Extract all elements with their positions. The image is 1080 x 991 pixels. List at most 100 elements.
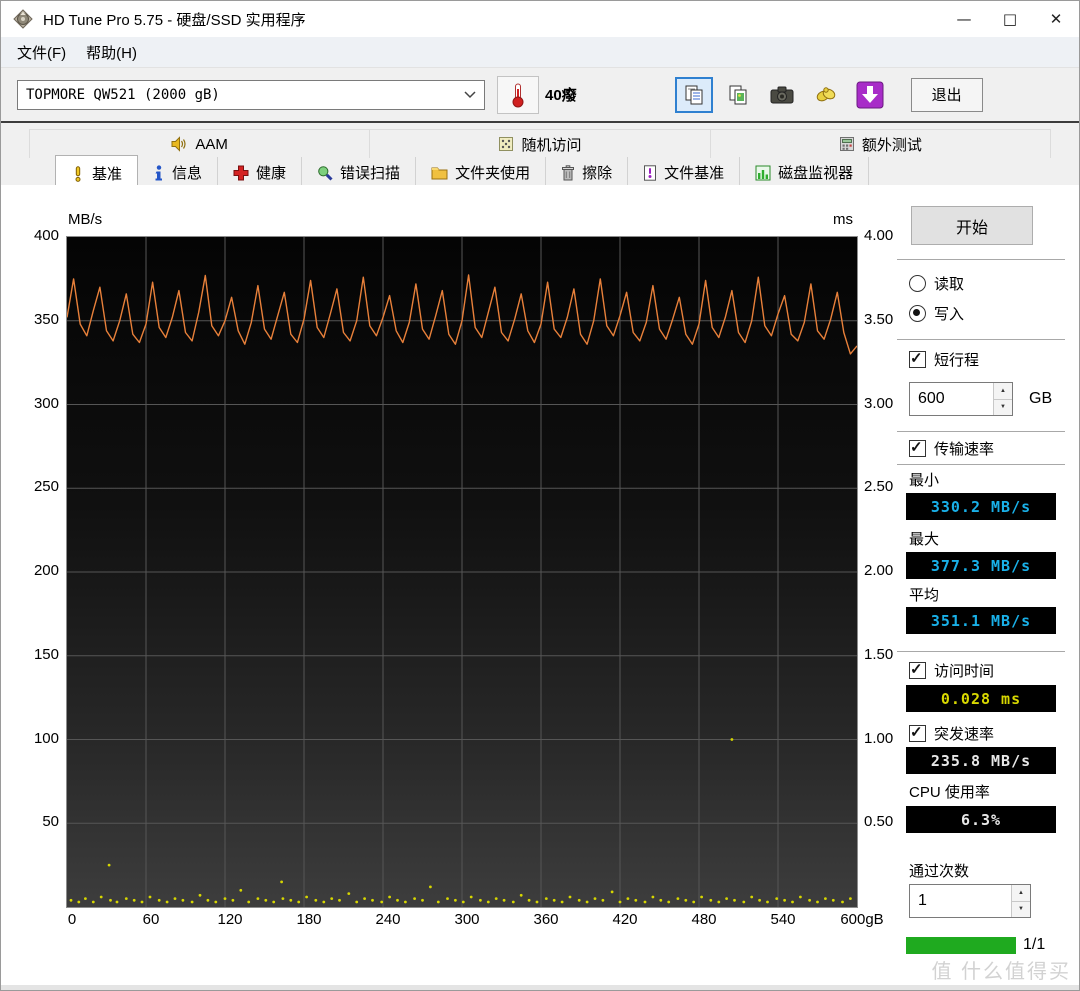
- axis-tick-label: 300: [454, 911, 480, 928]
- transfer-rate-label: 传输速率: [934, 441, 995, 458]
- tab-aam-label: AAM: [195, 135, 228, 153]
- spinner-down-button[interactable]: ▼: [1012, 901, 1030, 917]
- radio-write[interactable]: [909, 305, 926, 322]
- left-axis-unit: MB/s: [68, 211, 103, 228]
- short-stroke-checkbox[interactable]: [909, 349, 926, 368]
- short-stroke-row[interactable]: 短行程: [909, 349, 979, 370]
- short-stroke-spinner[interactable]: 600 ▲ ▼: [909, 382, 1013, 416]
- info-icon: [155, 164, 163, 180]
- copy-text-button[interactable]: [674, 76, 713, 113]
- axis-tick-label: 480: [691, 911, 717, 928]
- separator: [897, 339, 1065, 341]
- tab-info-label: 信息: [172, 165, 203, 182]
- burst-rate-label: 突发速率: [934, 726, 995, 743]
- cpu-usage-label: CPU 使用率: [909, 784, 990, 801]
- spinner-up-button[interactable]: ▲: [994, 383, 1012, 400]
- right-axis-unit: ms: [833, 211, 853, 228]
- cpu-usage-display: 6.3%: [906, 806, 1056, 833]
- menu-help[interactable]: 帮助(H): [76, 38, 147, 67]
- separator: [897, 651, 1065, 653]
- drive-select-dropdown[interactable]: TOPMORE QW521 (2000 gB): [17, 79, 485, 110]
- camera-icon: [770, 86, 794, 103]
- axis-tick-label: 50: [42, 813, 59, 831]
- maximize-button[interactable]: □: [987, 2, 1033, 36]
- pass-count-value: 1: [918, 892, 927, 909]
- progress-text: 1/1: [1023, 936, 1046, 953]
- watermark: 值 什么值得买: [931, 961, 1071, 983]
- axis-tick-label: 1.00: [864, 729, 894, 747]
- pass-count-spinner[interactable]: 1 ▲ ▼: [909, 884, 1031, 918]
- min-value-display: 330.2 MB/s: [906, 493, 1056, 520]
- speaker-icon: [171, 136, 187, 152]
- close-button[interactable]: ✕: [1033, 2, 1079, 36]
- donate-button[interactable]: [806, 76, 845, 113]
- toolbar: TOPMORE QW521 (2000 gB) 40癈 退出: [1, 68, 1079, 123]
- tab-extra-tests[interactable]: 额外测试: [711, 130, 1050, 158]
- title-bar: HD Tune Pro 5.75 - 硬盘/SSD 实用程序 — □ ✕: [1, 1, 1079, 37]
- transfer-rate-checkbox[interactable]: [909, 438, 926, 457]
- start-button[interactable]: 开始: [911, 206, 1033, 245]
- tab-benchmark-label: 基准: [92, 166, 123, 183]
- burst-rate-checkbox[interactable]: [909, 723, 926, 742]
- minimize-button[interactable]: —: [941, 2, 987, 36]
- exit-button[interactable]: 退出: [910, 77, 983, 112]
- axis-tick-label: 0: [67, 911, 77, 928]
- benchmark-plot: [66, 236, 858, 908]
- axis-tick-label: 180: [296, 911, 322, 928]
- file-exclamation-icon: [644, 164, 657, 181]
- progress-bar: [906, 937, 1016, 954]
- tab-folder-usage-label: 文件夹使用: [455, 165, 531, 182]
- axis-tick-label: 0.50: [864, 813, 894, 831]
- axis-tick-label: 600gB: [840, 911, 884, 928]
- axis-tick-label: 250: [33, 478, 59, 496]
- health-cross-icon: [233, 165, 249, 180]
- screenshot-button[interactable]: [762, 76, 801, 113]
- calculator-icon: [839, 137, 854, 151]
- radio-write-label: 写入: [934, 306, 965, 323]
- bar-chart-icon: [755, 165, 771, 180]
- menu-bar: 文件(F) 帮助(H): [1, 37, 1079, 68]
- bottom-edge: [1, 985, 1079, 990]
- access-time-row[interactable]: 访问时间: [909, 660, 994, 681]
- access-time-checkbox[interactable]: [909, 660, 926, 679]
- radio-write-row[interactable]: 写入: [909, 303, 964, 324]
- axis-tick-label: 60: [142, 911, 160, 928]
- radio-read-row[interactable]: 读取: [909, 273, 964, 294]
- axis-tick-label: 120: [217, 911, 243, 928]
- axis-tick-label: 200: [33, 562, 59, 579]
- chevron-down-icon: [464, 90, 476, 98]
- tab-extra-tests-label: 额外测试: [861, 136, 922, 154]
- copy-image-button[interactable]: [718, 76, 757, 113]
- access-time-label: 访问时间: [934, 663, 995, 680]
- menu-file[interactable]: 文件(F): [7, 38, 76, 67]
- tab-health-label: 健康: [256, 165, 287, 182]
- update-button[interactable]: [850, 76, 889, 113]
- axis-tick-label: 4.00: [864, 227, 894, 244]
- tab-area: AAM 随机访问 额外测试 基准 信息 健康 错误扫描 文件夹使用 擦除 文件基…: [1, 129, 1079, 190]
- short-stroke-label: 短行程: [934, 352, 980, 369]
- side-panel: 开始 读取 写入 短行程 600 ▲ ▼ GB: [897, 185, 1069, 985]
- spinner-up-button[interactable]: ▲: [1012, 885, 1030, 902]
- burst-rate-row[interactable]: 突发速率: [909, 723, 994, 744]
- short-stroke-value: 600: [918, 390, 945, 407]
- radio-read-label: 读取: [934, 276, 965, 293]
- temperature-button[interactable]: [497, 75, 539, 114]
- access-time-display: 0.028 ms: [906, 685, 1056, 712]
- tab-aam[interactable]: AAM: [30, 130, 371, 158]
- axis-tick-label: 400: [33, 227, 59, 244]
- window-title: HD Tune Pro 5.75 - 硬盘/SSD 实用程序: [43, 11, 306, 29]
- axis-tick-label: 2.50: [864, 478, 894, 496]
- tab-random-access[interactable]: 随机访问: [370, 130, 711, 158]
- min-label: 最小: [909, 472, 940, 489]
- radio-read[interactable]: [909, 275, 926, 292]
- drive-select-value: TOPMORE QW521 (2000 gB): [26, 86, 220, 103]
- axis-tick-label: 420: [612, 911, 638, 928]
- transfer-rate-row[interactable]: 传输速率: [909, 438, 994, 459]
- temperature-value: 40癈: [545, 87, 577, 104]
- separator: [897, 464, 1065, 466]
- tab-file-benchmark-label: 文件基准: [664, 165, 725, 182]
- trash-icon: [562, 164, 575, 180]
- separator: [897, 431, 1065, 433]
- gb-unit-label: GB: [1029, 390, 1053, 407]
- spinner-down-button[interactable]: ▼: [994, 399, 1012, 415]
